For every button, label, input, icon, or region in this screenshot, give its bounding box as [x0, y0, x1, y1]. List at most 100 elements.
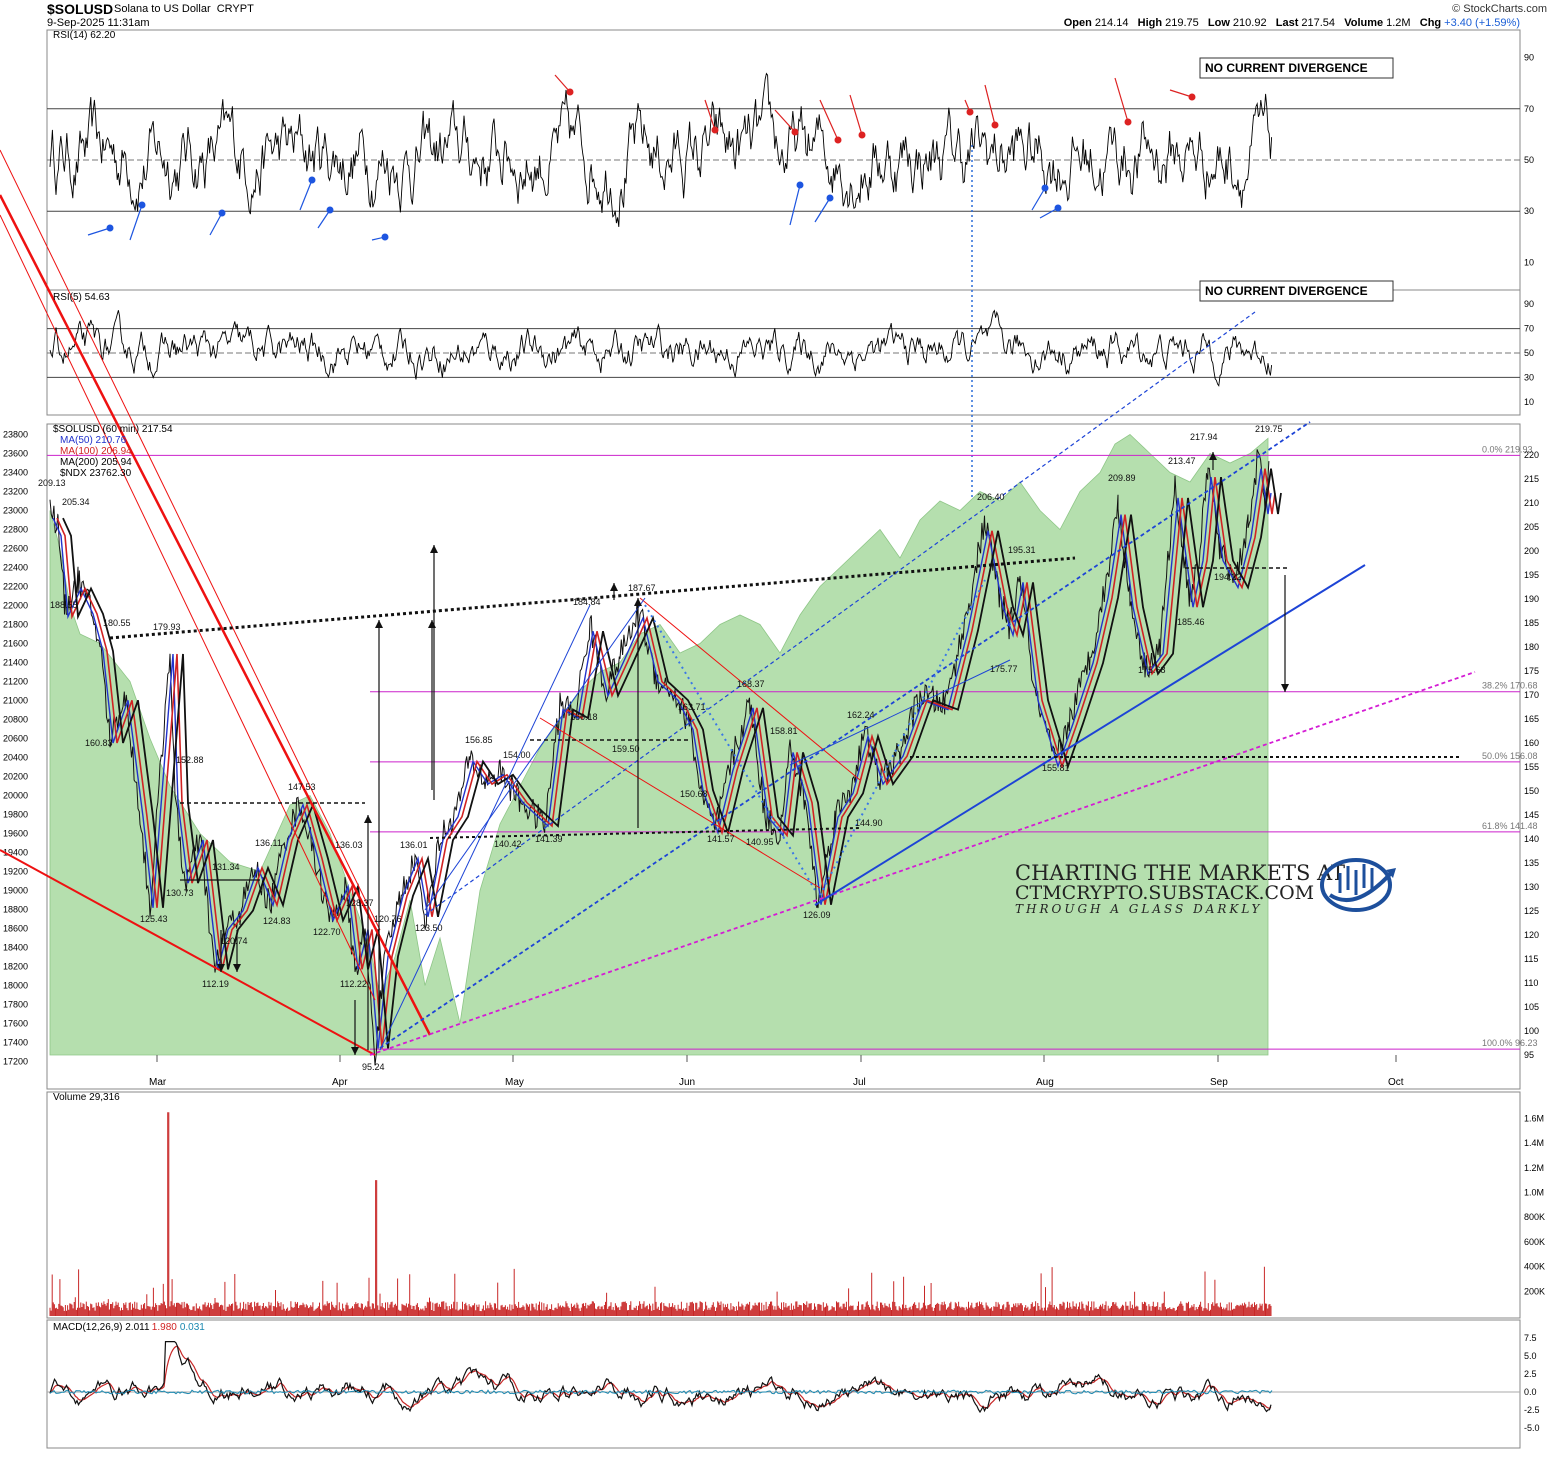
rsi-bull-arrowhead-6 [796, 181, 804, 189]
price-tick: 205 [1524, 522, 1539, 532]
rsi-bear-arrowhead-1 [711, 126, 719, 134]
price-label-175.77: 175.77 [990, 664, 1018, 674]
ndx-tick: 21200 [3, 677, 28, 687]
month-label-Jun: Jun [679, 1077, 695, 1088]
month-label-May: May [505, 1077, 524, 1088]
month-label-Aug: Aug [1036, 1077, 1054, 1088]
price-label-136.03: 136.03 [335, 840, 363, 850]
ndx-tick: 17600 [3, 1019, 28, 1029]
rsi-bear-arrowhead-4 [858, 131, 866, 139]
ndx-tick: 18200 [3, 962, 28, 972]
stock-chart[interactable]: 9070503010 9070503010 0.0% 219.9338.2% 1… [0, 0, 1565, 1464]
price-tick: 210 [1524, 498, 1539, 508]
macd-legend-v3: 0.031 [180, 1322, 205, 1333]
ndx-tick: 23600 [3, 449, 28, 459]
price-label-184.84: 184.84 [573, 597, 601, 607]
macd-tick: -2.5 [1524, 1405, 1540, 1415]
rsi-tick-90: 90 [1524, 299, 1534, 309]
ndx-tick: 18400 [3, 943, 28, 953]
rsi-tick-10: 10 [1524, 257, 1534, 267]
price-legend-ma200: MA(200) 205.94 [60, 457, 132, 468]
price-tick: 190 [1524, 594, 1539, 604]
volume-tick: 600K [1524, 1237, 1545, 1247]
price-label-205.34: 205.34 [62, 497, 90, 507]
ndx-tick: 20400 [3, 753, 28, 763]
macd-legend-v1: 2.011 [125, 1322, 150, 1333]
price-tick: 160 [1524, 738, 1539, 748]
price-label-187.67: 187.67 [628, 583, 656, 593]
price-tick: 165 [1524, 714, 1539, 724]
price-tick: 220 [1524, 450, 1539, 460]
ndx-tick: 18000 [3, 981, 28, 991]
rsi-panels-frame [46, 29, 1521, 416]
rsi5-note: NO CURRENT DIVERGENCE [1205, 284, 1368, 298]
rsi-tick-30: 30 [1524, 206, 1534, 216]
price-tick: 195 [1524, 570, 1539, 580]
price-legend-ndx: $NDX 23762.30 [60, 468, 132, 479]
price-label-195.31: 195.31 [1008, 545, 1036, 555]
price-tick: 105 [1524, 1002, 1539, 1012]
price-label-144.90: 144.90 [855, 818, 883, 828]
price-label-120.74: 120.74 [220, 936, 248, 946]
ndx-tick: 19800 [3, 810, 28, 820]
rsi-tick-50: 50 [1524, 348, 1534, 358]
ndx-tick: 22800 [3, 525, 28, 535]
price-label-140.42: 140.42 [494, 839, 522, 849]
macd-legend-name: MACD(12,26,9) [53, 1322, 125, 1333]
watermark-line2: CTMCRYPTO.SUBSTACK.COM [1015, 882, 1314, 904]
volume-panel-frame [46, 1091, 1521, 1319]
macd-legend-v2: 1.980 [152, 1322, 177, 1333]
rsi-bull-arrowhead-7 [826, 194, 834, 202]
price-tick: 110 [1524, 978, 1538, 988]
rsi-bull-arrowhead-8 [1054, 204, 1062, 212]
price-label-155.81: 155.81 [1042, 763, 1070, 773]
price-label-136.11: 136.11 [255, 838, 282, 848]
rsi-bear-arrowhead-0 [566, 88, 574, 96]
ndx-tick: 19000 [3, 886, 28, 896]
rsi-tick-90: 90 [1524, 53, 1534, 63]
macd-tick: -5.0 [1524, 1423, 1540, 1433]
price-tick: 130 [1524, 882, 1539, 892]
rsi5-legend: RSI(5) 54.63 [53, 292, 110, 303]
price-label-120.76: 120.76 [374, 914, 402, 924]
price-tick: 140 [1524, 834, 1539, 844]
price-tick: 145 [1524, 810, 1539, 820]
price-label-158.81: 158.81 [770, 726, 798, 736]
ndx-tick: 17400 [3, 1038, 28, 1048]
volume-tick: 1.6M [1524, 1113, 1544, 1123]
price-tick: 180 [1524, 642, 1539, 652]
price-label-162.24: 162.24 [847, 710, 875, 720]
ndx-tick: 17200 [3, 1057, 28, 1067]
ndx-tick: 17800 [3, 1000, 28, 1010]
price-label-131.34: 131.34 [212, 862, 240, 872]
price-label-175.68: 175.68 [1138, 665, 1166, 675]
macd-tick: 5.0 [1524, 1351, 1537, 1361]
price-label-209.89: 209.89 [1108, 473, 1136, 483]
ndx-tick: 22400 [3, 563, 28, 573]
volume-tick: 1.2M [1524, 1163, 1544, 1173]
rsi-bull-arrowhead-3 [308, 176, 316, 184]
ndx-tick: 20800 [3, 715, 28, 725]
month-label-Mar: Mar [149, 1077, 167, 1088]
ndx-tick: 23800 [3, 430, 28, 440]
month-label-Jul: Jul [853, 1077, 866, 1088]
ndx-tick: 23200 [3, 487, 28, 497]
ndx-tick: 20600 [3, 734, 28, 744]
macd-legend: MACD(12,26,9) 2.011 1.980 0.031 [53, 1322, 205, 1333]
ndx-tick: 19600 [3, 829, 28, 839]
price-tick: 95 [1524, 1050, 1534, 1060]
price-label-179.93: 179.93 [153, 622, 181, 632]
ndx-tick: 21000 [3, 696, 28, 706]
fib-label-3: 61.8% 141.48 [1482, 821, 1538, 831]
volume-tick: 800K [1524, 1212, 1545, 1222]
ndx-tick: 23000 [3, 506, 28, 516]
macd-tick: 0.0 [1524, 1387, 1537, 1397]
ndx-tick: 19200 [3, 867, 28, 877]
month-label-Oct: Oct [1388, 1077, 1404, 1088]
price-label-156.85: 156.85 [465, 735, 493, 745]
price-label-124.83: 124.83 [263, 916, 291, 926]
price-tick: 125 [1524, 906, 1539, 916]
rsi-bull-arrowhead-9 [1041, 184, 1049, 192]
macd-tick: 7.5 [1524, 1333, 1537, 1343]
price-label-206.40: 206.40 [977, 492, 1005, 502]
